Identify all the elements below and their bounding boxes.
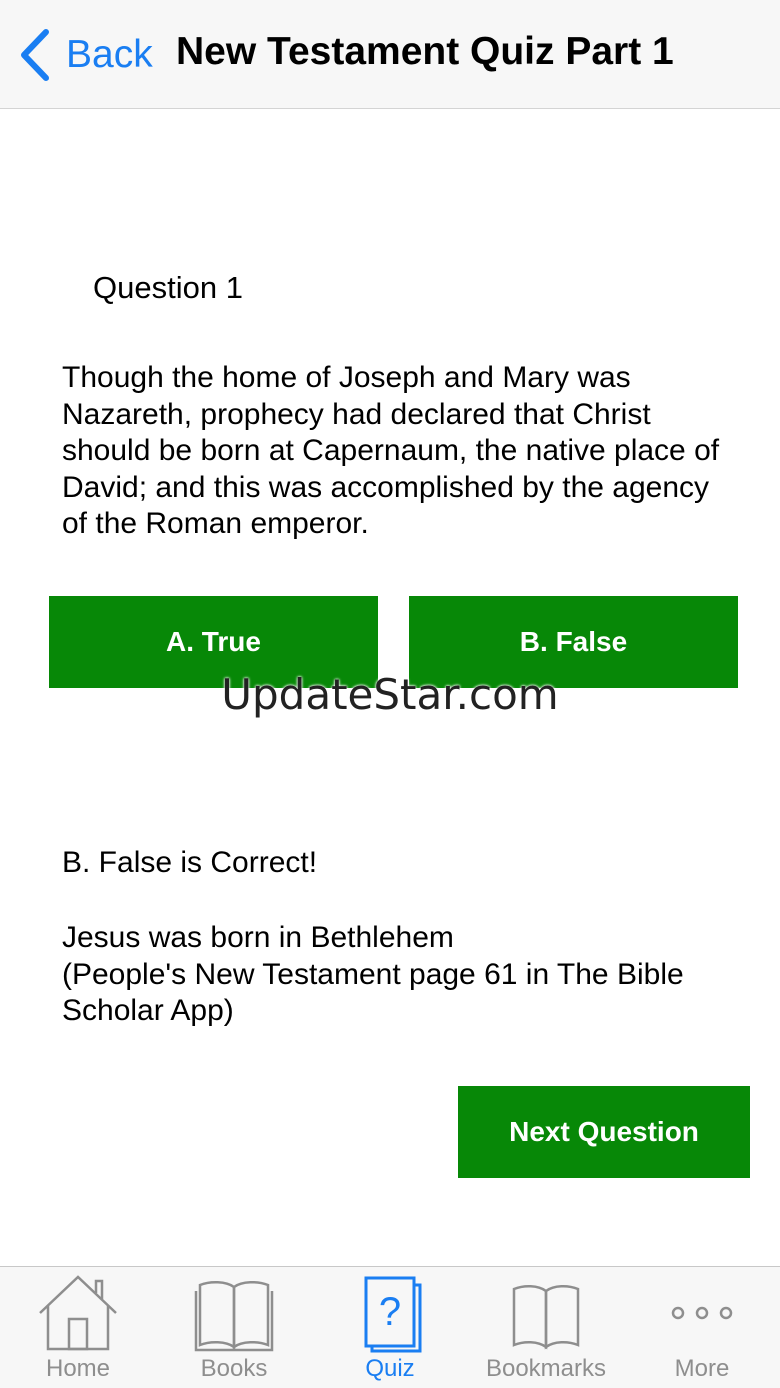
book-icon (156, 1273, 312, 1353)
tab-quiz[interactable]: ? Quiz (312, 1267, 468, 1388)
tab-label-quiz: Quiz (365, 1355, 415, 1382)
tab-bar: Home Books ? Quiz Bookmarks More (0, 1266, 780, 1388)
chevron-left-icon (21, 29, 49, 81)
explanation-line-1: Jesus was born in Bethlehem (62, 921, 454, 954)
tab-books[interactable]: Books (156, 1267, 312, 1388)
back-label: Back (66, 33, 153, 76)
answer-explanation: Jesus was born in Bethlehem (People's Ne… (62, 920, 742, 1030)
tab-label-more: More (674, 1355, 730, 1382)
result-message: B. False is Correct! (62, 846, 318, 879)
explanation-line-2: (People's New Testament page 61 in The B… (62, 957, 684, 1028)
tab-more[interactable]: More (624, 1267, 780, 1388)
more-icon (624, 1273, 780, 1353)
home-icon (0, 1273, 156, 1353)
tab-label-bookmarks: Bookmarks (485, 1355, 607, 1382)
tab-label-home: Home (45, 1355, 111, 1382)
page-title: New Testament Quiz Part 1 (176, 30, 674, 73)
svg-text:?: ? (379, 1290, 401, 1334)
question-text: Though the home of Joseph and Mary was N… (62, 361, 720, 540)
question-number: Question 1 (93, 270, 243, 305)
next-question-button[interactable]: Next Question (458, 1086, 750, 1178)
navigation-bar: Back New Testament Quiz Part 1 (0, 0, 780, 109)
bookmark-icon (468, 1273, 624, 1353)
back-button[interactable]: Back (18, 26, 153, 84)
tab-bookmarks[interactable]: Bookmarks (468, 1267, 624, 1388)
tab-label-books: Books (200, 1355, 268, 1382)
tab-home[interactable]: Home (0, 1267, 156, 1388)
watermark: UpdateStar.com (221, 670, 559, 719)
quiz-icon: ? (312, 1273, 468, 1353)
